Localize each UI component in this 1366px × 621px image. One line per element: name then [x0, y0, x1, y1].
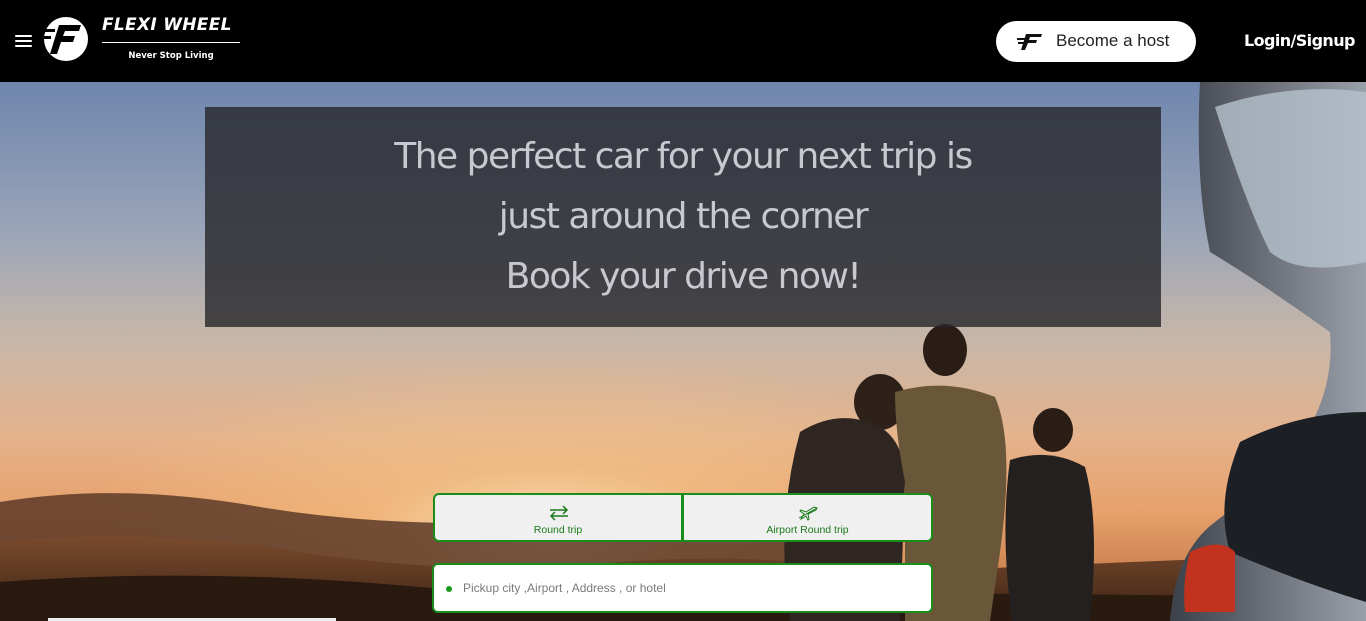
brand-name[interactable]: FLEXI WHEEL: [102, 15, 242, 35]
pickup-location-input[interactable]: [463, 577, 913, 599]
airplane-icon: [798, 506, 818, 521]
become-host-button[interactable]: Become a host: [996, 21, 1196, 62]
hamburger-menu-icon[interactable]: [15, 35, 32, 48]
hero-section: The perfect car for your next trip is ju…: [0, 82, 1366, 621]
flexi-f-icon: [1017, 34, 1042, 50]
headline-cta-line: Book your drive now!: [505, 256, 862, 297]
brand-divider: [102, 42, 240, 43]
login-signup-link[interactable]: Login/Signup: [1244, 31, 1355, 50]
tab-round-trip[interactable]: Round trip: [433, 493, 683, 542]
headline-panel: The perfect car for your next trip is ju…: [205, 107, 1161, 327]
tab-airport-round-trip[interactable]: Airport Round trip: [682, 493, 933, 542]
brand-tagline: Never Stop Living: [128, 51, 214, 61]
become-host-label: Become a host: [1056, 31, 1170, 50]
airport-round-trip-label: Airport Round trip: [766, 524, 849, 536]
pickup-location-field[interactable]: [432, 563, 933, 613]
swap-arrows-icon: [549, 505, 569, 521]
location-dot-icon: [446, 586, 452, 592]
top-navigation-bar: FLEXI WHEEL Never Stop Living Become a h…: [0, 0, 1366, 82]
headline-line-1: The perfect car for your next trip is: [394, 136, 973, 177]
headline-line-2: just around the corner: [498, 196, 869, 237]
round-trip-label: Round trip: [533, 524, 583, 536]
flexi-wheel-logo-icon[interactable]: [41, 16, 91, 62]
trip-type-tabs: Round trip Airport Round trip: [433, 493, 933, 542]
